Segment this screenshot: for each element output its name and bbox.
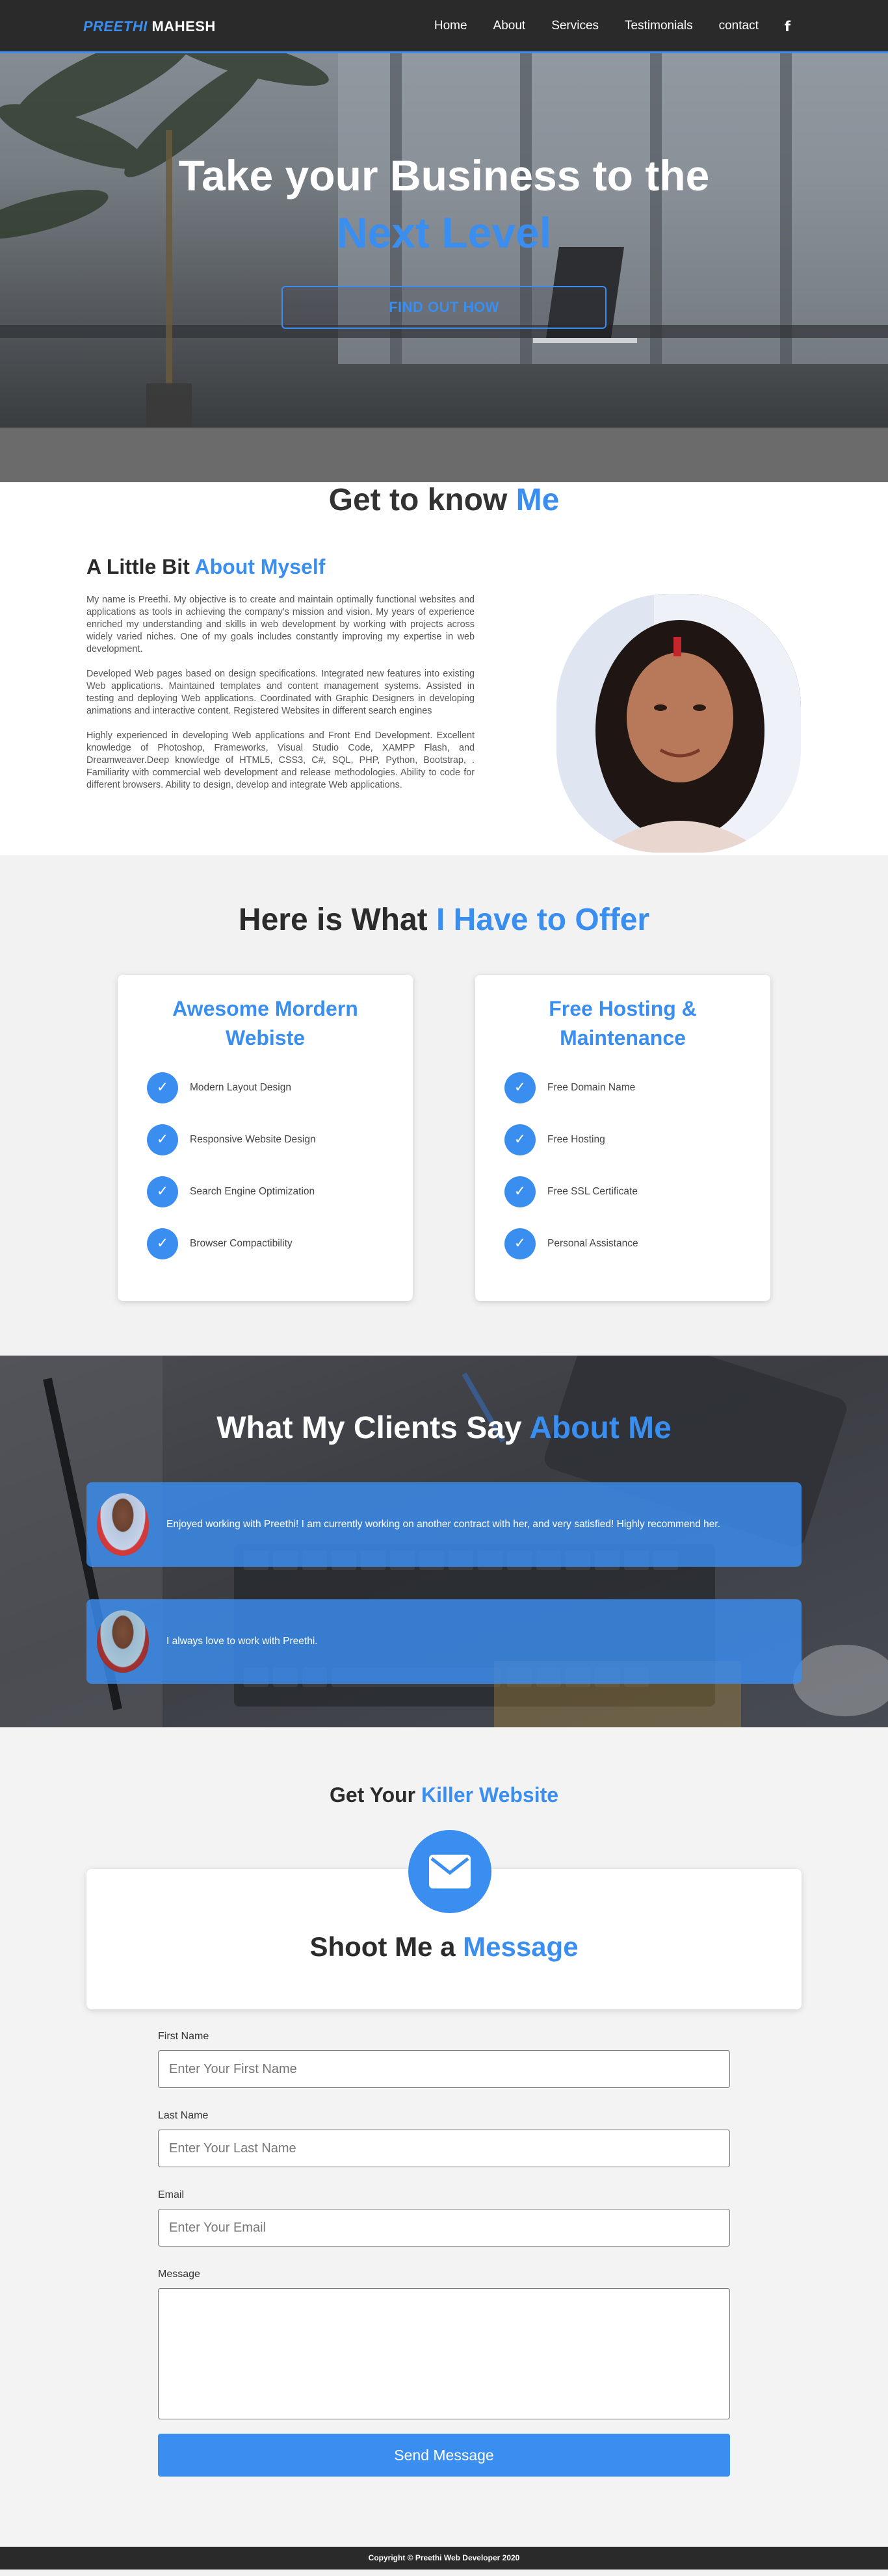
feature-item: ✓ Personal Assistance (504, 1228, 638, 1259)
feature-item: ✓ Responsive Website Design (147, 1124, 316, 1155)
envelope-glyph (429, 1855, 471, 1888)
about-heading-plain: Get to know (328, 483, 508, 517)
about-paragraph: Developed Web pages based on design spec… (86, 669, 475, 716)
contact-heading-accent: Message (463, 1931, 579, 1962)
feature-label: Browser Compactibility (190, 1238, 293, 1249)
service-card-title: Awesome Mordern Webiste (172, 997, 358, 1050)
last-name-field[interactable] (158, 2130, 730, 2167)
first-name-label: First Name (158, 2031, 209, 2042)
about-section: Get to know Me A Little Bit About Myself… (0, 482, 888, 855)
about-heading: Get to know Me (0, 482, 888, 518)
nav-link-testimonials[interactable]: Testimonials (625, 19, 693, 34)
feature-item: ✓ Search Engine Optimization (147, 1176, 315, 1207)
services-section: Here is What I Have to Offer Awesome Mor… (0, 855, 888, 1356)
top-navbar: PREETHI MAHESH Home About Services Testi… (0, 0, 888, 53)
check-icon: ✓ (147, 1228, 178, 1259)
services-heading-plain: Here is What (238, 903, 428, 937)
feature-label: Free Hosting (547, 1134, 605, 1145)
check-icon: ✓ (504, 1124, 536, 1155)
feature-label: Personal Assistance (547, 1238, 638, 1249)
check-icon: ✓ (504, 1176, 536, 1207)
feature-label: Free Domain Name (547, 1082, 636, 1093)
testimonial-quote: I always love to work with Preethi. (166, 1636, 318, 1647)
client-avatar (97, 1610, 149, 1673)
profile-photo (556, 594, 801, 853)
feature-label: Free SSL Certificate (547, 1186, 638, 1197)
last-name-label: Last Name (158, 2110, 209, 2121)
email-field[interactable] (158, 2209, 730, 2247)
feature-label: Search Engine Optimization (190, 1186, 315, 1197)
check-icon: ✓ (147, 1176, 178, 1207)
nav-link-about[interactable]: About (493, 19, 526, 34)
feature-item: ✓ Free Domain Name (504, 1072, 635, 1103)
brand-logo[interactable]: PREETHI MAHESH (83, 18, 216, 35)
service-card: Awesome Mordern Webiste ✓ Modern Layout D… (118, 975, 413, 1301)
message-textarea[interactable] (158, 2288, 730, 2419)
testimonials-heading: What My Clients Say About Me (0, 1410, 888, 1446)
about-subheading: A Little Bit About Myself (86, 555, 325, 579)
hero-section: Take your Business to the Next Level FIN… (0, 0, 888, 482)
nav-link-contact[interactable]: contact (719, 19, 759, 34)
about-subheading-accent: About Myself (194, 555, 326, 578)
services-heading-accent: I Have to Offer (436, 903, 650, 937)
check-icon: ✓ (504, 1228, 536, 1259)
feature-item: ✓ Free SSL Certificate (504, 1176, 638, 1207)
brand-last-name: MAHESH (151, 18, 216, 34)
footer-copyright: Copyright © Preethi Web Developer 2020 (0, 2547, 888, 2570)
about-heading-accent: Me (516, 483, 560, 517)
testimonial-card: Enjoyed working with Preethi! I am curre… (86, 1482, 802, 1567)
contact-kicker-accent: Killer Website (421, 1783, 559, 1807)
services-heading: Here is What I Have to Offer (0, 902, 888, 938)
facebook-icon[interactable]: f (785, 19, 790, 34)
send-message-button[interactable]: Send Message (158, 2434, 730, 2477)
feature-item: ✓ Modern Layout Design (147, 1072, 291, 1103)
message-label: Message (158, 2269, 200, 2280)
nav-link-services[interactable]: Services (551, 19, 599, 34)
service-card-title: Free Hosting & Maintenance (549, 997, 697, 1050)
find-out-how-button[interactable]: FIND OUT HOW (281, 286, 607, 329)
contact-kicker: Get Your Killer Website (0, 1783, 888, 1807)
feature-label: Modern Layout Design (190, 1082, 291, 1093)
email-label: Email (158, 2189, 185, 2200)
contact-section: Get Your Killer Website Shoot Me a Messa… (0, 1727, 888, 2547)
about-paragraphs: My name is Preethi. My objective is to c… (86, 594, 475, 804)
testimonial-card: I always love to work with Preethi. (86, 1599, 802, 1684)
testimonials-heading-plain: What My Clients Say (216, 1411, 522, 1445)
brand-first-name: PREETHI (83, 18, 148, 34)
contact-heading: Shoot Me a Message (86, 1931, 802, 1963)
hero-title-line2: Next Level (336, 209, 552, 257)
feature-item: ✓ Browser Compactibility (147, 1228, 293, 1259)
feature-item: ✓ Free Hosting (504, 1124, 605, 1155)
testimonials-section: What My Clients Say About Me Enjoyed wor… (0, 1356, 888, 1727)
envelope-icon (408, 1830, 491, 1913)
service-card: Free Hosting & Maintenance ✓ Free Domain … (475, 975, 770, 1301)
testimonials-heading-accent: About Me (529, 1411, 672, 1445)
first-name-field[interactable] (158, 2050, 730, 2088)
about-paragraph: My name is Preethi. My objective is to c… (86, 595, 475, 654)
client-avatar (97, 1493, 149, 1556)
hero-title-line1: Take your Business to the (178, 151, 710, 200)
feature-label: Responsive Website Design (190, 1134, 316, 1145)
nav-menu: Home About Services Testimonials contact… (408, 19, 790, 34)
testimonial-quote: Enjoyed working with Preethi! I am curre… (166, 1519, 721, 1530)
check-icon: ✓ (147, 1072, 178, 1103)
profile-photo-illustration (556, 594, 801, 853)
contact-heading-plain: Shoot Me a (309, 1931, 456, 1962)
contact-kicker-plain: Get Your (329, 1783, 416, 1807)
hero-bottom-band (0, 428, 888, 482)
check-icon: ✓ (147, 1124, 178, 1155)
check-icon: ✓ (504, 1072, 536, 1103)
about-subheading-plain: A Little Bit (86, 555, 190, 578)
about-paragraph: Highly experienced in developing Web app… (86, 730, 475, 790)
nav-link-home[interactable]: Home (434, 19, 467, 34)
